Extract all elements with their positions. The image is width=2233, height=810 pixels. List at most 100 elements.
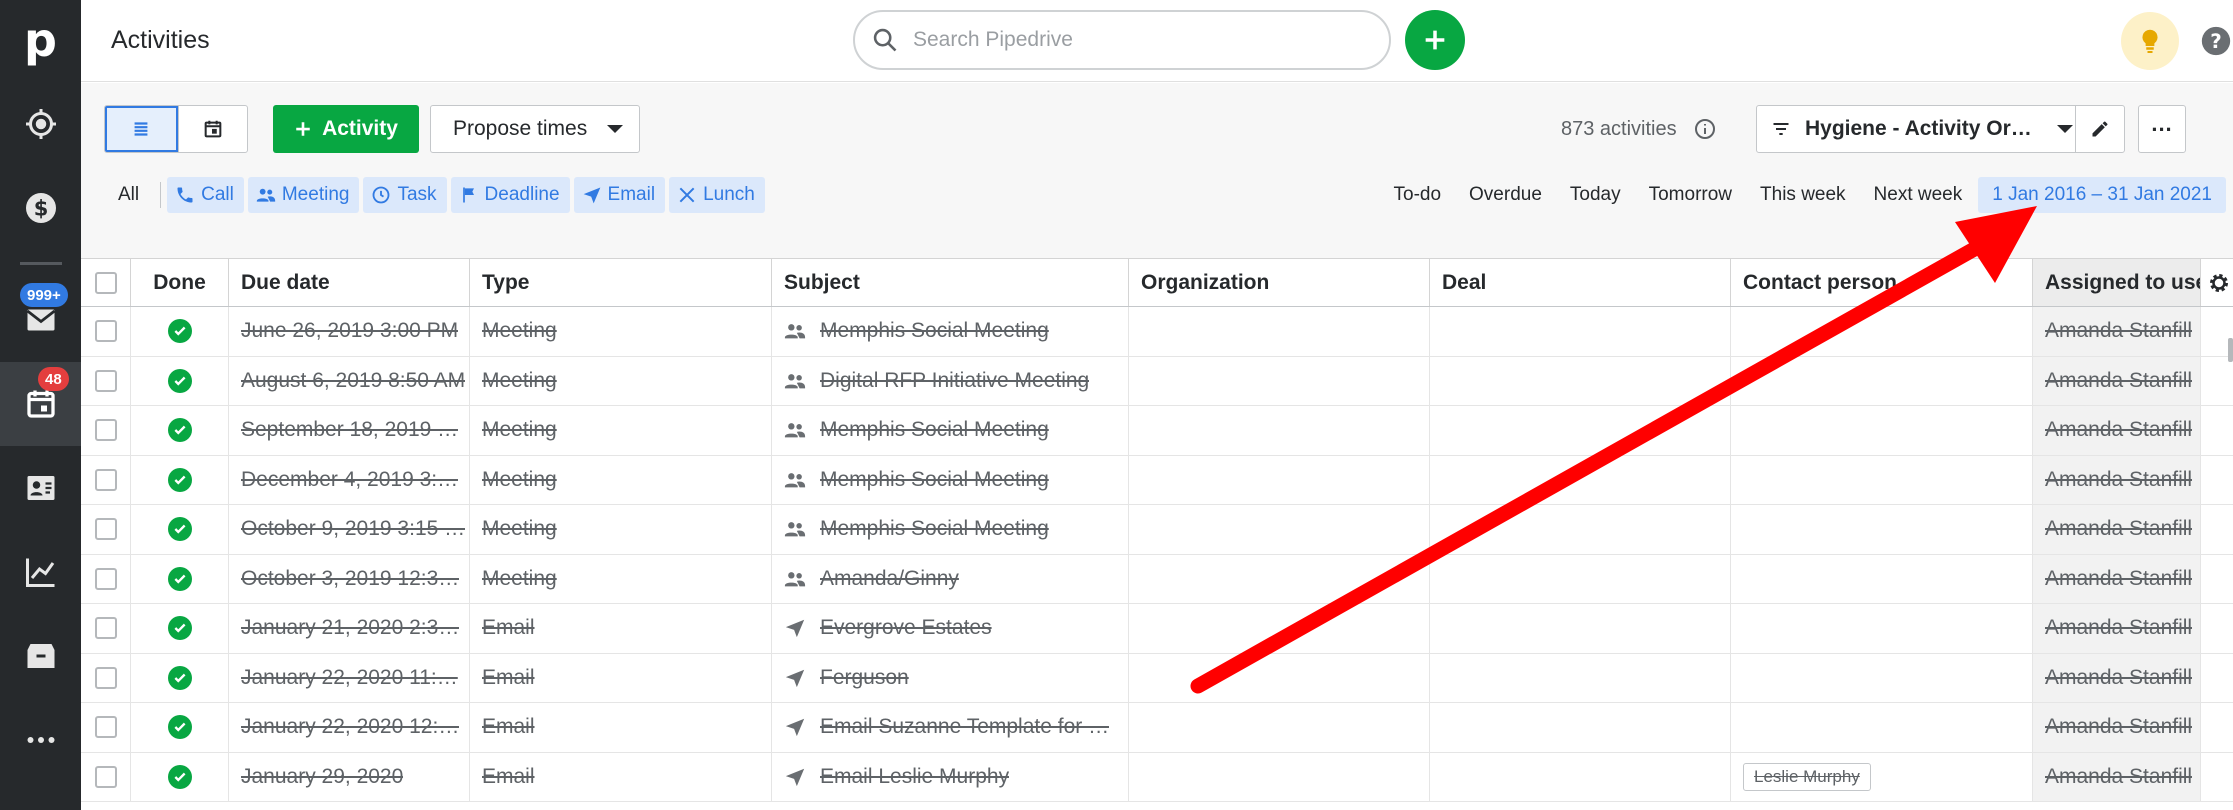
- activity-subject[interactable]: Ferguson: [820, 666, 909, 690]
- column-header-subject[interactable]: Subject: [772, 259, 1129, 306]
- due-date[interactable]: August 6, 2019 8:50 AM: [241, 369, 465, 393]
- type-task[interactable]: Task: [363, 177, 447, 213]
- list-view-button[interactable]: [105, 106, 178, 152]
- deal-cell[interactable]: [1430, 554, 1731, 603]
- filter-selector[interactable]: Hygiene - Activity Organizer: [1756, 105, 2125, 153]
- activity-subject[interactable]: Memphis Social Meeting: [820, 418, 1049, 442]
- sidebar-item-more[interactable]: [0, 698, 81, 782]
- type-lunch[interactable]: Lunch: [669, 177, 765, 213]
- done-check-icon[interactable]: [167, 517, 192, 542]
- row-checkbox[interactable]: [94, 617, 117, 640]
- table-row[interactable]: January 22, 2020 11:… Email Ferguson Ama…: [81, 653, 2233, 703]
- column-header-contact-person[interactable]: Contact person: [1731, 259, 2033, 306]
- assigned-user[interactable]: Amanda Stanfill: [2045, 765, 2192, 789]
- deal-cell[interactable]: [1430, 505, 1731, 554]
- done-check-icon[interactable]: [167, 368, 192, 393]
- organization-cell[interactable]: [1129, 406, 1430, 455]
- sidebar-item-contacts[interactable]: [0, 446, 81, 530]
- sidebar-item-leads[interactable]: [0, 82, 81, 166]
- row-checkbox[interactable]: [94, 468, 117, 491]
- period-custom-range[interactable]: 1 Jan 2016 – 31 Jan 2021: [1978, 177, 2226, 213]
- period-next-week[interactable]: Next week: [1860, 177, 1977, 213]
- period-todo[interactable]: To-do: [1380, 177, 1456, 213]
- table-row[interactable]: September 18, 2019 … Meeting Memphis Soc…: [81, 406, 2233, 456]
- table-row[interactable]: August 6, 2019 8:50 AM Meeting Digital R…: [81, 356, 2233, 406]
- select-all-checkbox[interactable]: [94, 271, 117, 294]
- due-date[interactable]: January 21, 2020 2:3…: [241, 616, 459, 640]
- contact-person-cell[interactable]: [1731, 703, 2033, 752]
- vertical-scrollbar[interactable]: [2228, 338, 2233, 362]
- row-checkbox[interactable]: [94, 320, 117, 343]
- period-today[interactable]: Today: [1556, 177, 1635, 213]
- assigned-user[interactable]: Amanda Stanfill: [2045, 666, 2192, 690]
- table-row[interactable]: October 9, 2019 3:15 … Meeting Memphis S…: [81, 505, 2233, 555]
- column-header-due-date[interactable]: Due date: [229, 259, 470, 306]
- row-checkbox[interactable]: [94, 765, 117, 788]
- row-checkbox[interactable]: [94, 419, 117, 442]
- quick-add-button[interactable]: [1405, 10, 1465, 70]
- contact-person-cell[interactable]: [1731, 406, 2033, 455]
- contact-person-cell[interactable]: Leslie Murphy: [1731, 752, 2033, 801]
- pipedrive-logo[interactable]: p: [0, 0, 81, 80]
- done-check-icon[interactable]: [167, 418, 192, 443]
- column-header-organization[interactable]: Organization: [1129, 259, 1430, 306]
- organization-cell[interactable]: [1129, 604, 1430, 653]
- filter-dropdown[interactable]: Hygiene - Activity Organizer: [1757, 106, 2075, 152]
- sidebar-item-insights[interactable]: [0, 530, 81, 614]
- deal-cell[interactable]: [1430, 653, 1731, 702]
- contact-person-cell[interactable]: [1731, 604, 2033, 653]
- propose-times-button[interactable]: Propose times: [430, 105, 640, 153]
- contact-person-cell[interactable]: [1731, 505, 2033, 554]
- organization-cell[interactable]: [1129, 356, 1430, 405]
- type-email[interactable]: Email: [573, 177, 666, 213]
- add-activity-button[interactable]: Activity: [273, 105, 419, 153]
- organization-cell[interactable]: [1129, 653, 1430, 702]
- organization-cell[interactable]: [1129, 307, 1430, 356]
- done-check-icon[interactable]: [167, 566, 192, 591]
- due-date[interactable]: December 4, 2019 3:…: [241, 468, 458, 492]
- done-check-icon[interactable]: [167, 616, 192, 641]
- help-button[interactable]: ?: [2193, 18, 2233, 64]
- assigned-user[interactable]: Amanda Stanfill: [2045, 517, 2192, 541]
- due-date[interactable]: June 26, 2019 3:00 PM: [241, 319, 458, 343]
- done-check-icon[interactable]: [167, 319, 192, 344]
- search-input[interactable]: [913, 28, 1333, 52]
- table-row[interactable]: January 29, 2020 Email Email Leslie Murp…: [81, 752, 2233, 802]
- organization-cell[interactable]: [1129, 455, 1430, 504]
- assigned-user[interactable]: Amanda Stanfill: [2045, 369, 2192, 393]
- done-check-icon[interactable]: [167, 665, 192, 690]
- period-this-week[interactable]: This week: [1746, 177, 1860, 213]
- contact-person-cell[interactable]: [1731, 653, 2033, 702]
- more-options-button[interactable]: ...: [2138, 105, 2186, 153]
- deal-cell[interactable]: [1430, 455, 1731, 504]
- assigned-user[interactable]: Amanda Stanfill: [2045, 418, 2192, 442]
- search-box[interactable]: [853, 10, 1391, 70]
- done-check-icon[interactable]: [167, 715, 192, 740]
- deal-cell[interactable]: [1430, 703, 1731, 752]
- due-date[interactable]: January 22, 2020 12:…: [241, 715, 459, 739]
- activity-subject[interactable]: Digital RFP Initiative Meeting: [820, 369, 1089, 393]
- table-row[interactable]: June 26, 2019 3:00 PM Meeting Memphis So…: [81, 307, 2233, 357]
- assigned-user[interactable]: Amanda Stanfill: [2045, 715, 2192, 739]
- table-row[interactable]: January 21, 2020 2:3… Email Evergrove Es…: [81, 604, 2233, 654]
- deal-cell[interactable]: [1430, 406, 1731, 455]
- assigned-user[interactable]: Amanda Stanfill: [2045, 616, 2192, 640]
- deal-cell[interactable]: [1430, 356, 1731, 405]
- activity-subject[interactable]: Email Leslie Murphy: [820, 765, 1009, 789]
- due-date[interactable]: September 18, 2019 …: [241, 418, 458, 442]
- calendar-view-button[interactable]: [177, 106, 248, 152]
- assigned-user[interactable]: Amanda Stanfill: [2045, 567, 2192, 591]
- due-date[interactable]: January 22, 2020 11:…: [241, 666, 458, 690]
- column-header-deal[interactable]: Deal: [1430, 259, 1731, 306]
- due-date[interactable]: October 3, 2019 12:3…: [241, 567, 459, 591]
- contact-person-cell[interactable]: [1731, 307, 2033, 356]
- organization-cell[interactable]: [1129, 505, 1430, 554]
- deal-cell[interactable]: [1430, 604, 1731, 653]
- row-checkbox[interactable]: [94, 518, 117, 541]
- row-checkbox[interactable]: [94, 567, 117, 590]
- info-icon[interactable]: [1693, 117, 1717, 141]
- type-call[interactable]: Call: [167, 177, 244, 213]
- activity-subject[interactable]: Amanda/Ginny: [820, 567, 959, 591]
- activity-subject[interactable]: Memphis Social Meeting: [820, 517, 1049, 541]
- table-row[interactable]: January 22, 2020 12:… Email Email Suzann…: [81, 703, 2233, 753]
